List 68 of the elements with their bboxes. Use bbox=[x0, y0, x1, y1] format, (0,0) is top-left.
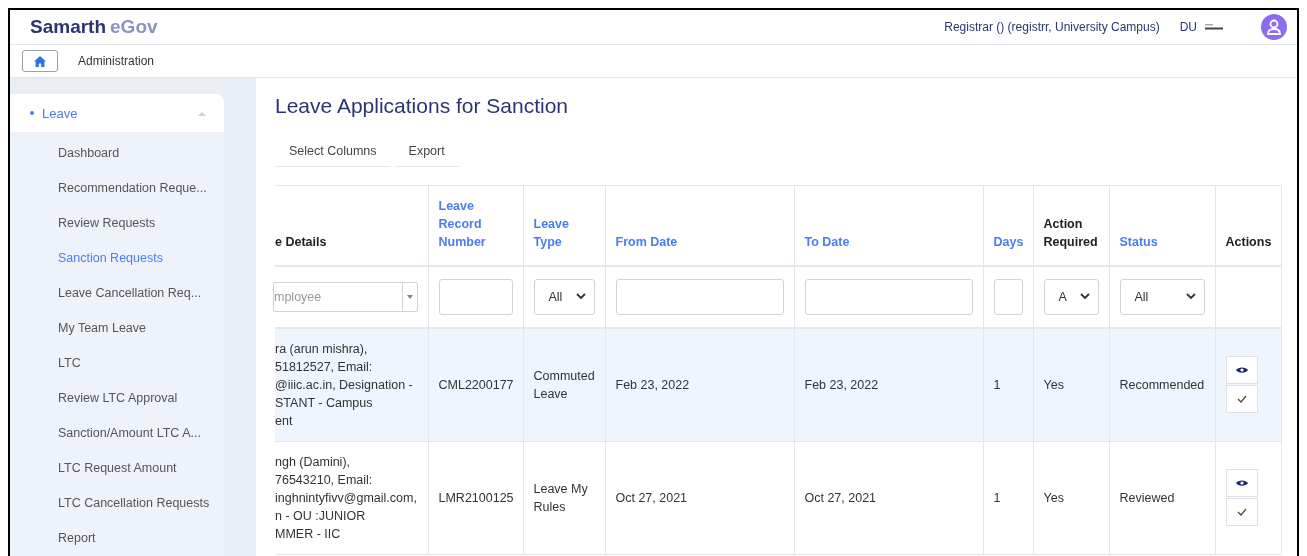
sidebar-item[interactable]: LTC Cancellation Requests bbox=[58, 486, 224, 521]
table-cell: Recommended bbox=[1119, 377, 1205, 392]
brand-suffix: eGov bbox=[110, 16, 158, 38]
column-header: Action Required bbox=[1043, 215, 1099, 251]
table-cell: ra (arun mishra), 51812527, Email: @iiic.ac.in, Designation - STANT - Campus ent bbox=[275, 341, 413, 428]
table-cell: Feb 23, 2022 bbox=[804, 377, 879, 392]
filter-field[interactable] bbox=[438, 278, 513, 315]
brand-name: Samarth bbox=[30, 16, 107, 38]
view-button[interactable] bbox=[1225, 355, 1258, 384]
sidebar-item[interactable]: LTC bbox=[58, 346, 224, 381]
table-row[interactable]: ngh (Damini), 76543210, Email: inghnintyfivv@gmail.com, n - OU :JUNIOR MMER - IIC LMR2100125 Leave My Rules Oct 27, 2021 Oct 27, 2021 1 Yes Reviewed bbox=[275, 441, 1281, 554]
filter-field[interactable] bbox=[993, 278, 1023, 315]
org-code: DU bbox=[1179, 20, 1197, 34]
filter-field[interactable] bbox=[615, 278, 784, 315]
user-avatar[interactable] bbox=[1261, 14, 1287, 40]
table-cell: Oct 27, 2021 bbox=[615, 490, 688, 505]
sidebar-item[interactable]: Review LTC Approval bbox=[58, 381, 224, 416]
filter-select[interactable]: All bbox=[1119, 278, 1205, 315]
table-cell: Oct 27, 2021 bbox=[804, 490, 877, 505]
view-button[interactable] bbox=[1225, 468, 1258, 497]
filter-select[interactable]: All bbox=[533, 278, 595, 315]
table-cell: LMR2100125 bbox=[438, 490, 514, 505]
dropdown-icon bbox=[406, 294, 413, 299]
chevron-down-icon bbox=[1079, 293, 1090, 300]
table-cell: Yes bbox=[1043, 490, 1064, 505]
sidebar-item[interactable]: Dashboard bbox=[58, 136, 224, 171]
check-icon bbox=[1236, 394, 1247, 403]
column-header: Actions bbox=[1225, 233, 1271, 251]
table-row[interactable]: ra (arun mishra), 51812527, Email: @iiic.ac.in, Designation - STANT - Campus ent CML2200177 Commuted Leave Feb 23, 2022 Feb 23, 2022 1 Yes Recommended bbox=[275, 327, 1281, 441]
table-cell: Commuted Leave bbox=[533, 368, 595, 401]
table-cell: 1 bbox=[993, 490, 1001, 505]
table-cell: Reviewed bbox=[1119, 490, 1175, 505]
chevron-down-icon bbox=[1185, 293, 1196, 300]
table-cell: CML2200177 bbox=[438, 377, 514, 392]
table-cell: Yes bbox=[1043, 377, 1064, 392]
toolbar-button[interactable]: Export bbox=[394, 144, 459, 167]
eye-icon bbox=[1235, 365, 1248, 374]
toolbar-button[interactable]: Select Columns bbox=[275, 144, 391, 167]
home-button[interactable] bbox=[22, 50, 58, 72]
logo-icon bbox=[1205, 24, 1223, 30]
table-cell: ngh (Damini), 76543210, Email: inghnintyfivv@gmail.com, n - OU :JUNIOR MMER - IIC bbox=[275, 454, 417, 541]
table-cell: Leave My Rules bbox=[533, 481, 588, 514]
breadcrumb-text: Administration bbox=[78, 54, 155, 68]
sidebar-item[interactable]: Recommendation Reque... bbox=[58, 171, 224, 206]
user-icon bbox=[1267, 19, 1281, 35]
sidebar-item[interactable]: Review Requests bbox=[58, 206, 224, 241]
sidebar-item[interactable]: Report bbox=[58, 521, 224, 556]
home-icon bbox=[34, 55, 46, 67]
sidebar-item[interactable]: Leave Cancellation Req... bbox=[58, 276, 224, 311]
sidebar-item[interactable]: Sanction Requests bbox=[58, 241, 224, 276]
filter-field[interactable] bbox=[804, 278, 973, 315]
sidebar-item[interactable]: Sanction/Amount LTC A... bbox=[58, 416, 224, 451]
table-cell: 1 bbox=[993, 377, 1001, 392]
eye-icon bbox=[1235, 478, 1248, 487]
sidebar-group[interactable]: Leave bbox=[10, 94, 224, 132]
filter-select[interactable]: A bbox=[1043, 278, 1099, 315]
chevron-down-icon bbox=[575, 293, 586, 300]
sidebar-item[interactable]: LTC Request Amount bbox=[58, 451, 224, 486]
column-header: e Details bbox=[275, 233, 328, 251]
sort-link[interactable]: Status bbox=[1119, 232, 1205, 251]
page-title: Leave Applications for Sanction bbox=[275, 94, 570, 118]
check-icon bbox=[1236, 507, 1247, 516]
sort-link[interactable]: Days bbox=[993, 232, 1023, 251]
table-cell: Feb 23, 2022 bbox=[615, 377, 690, 392]
collapse-icon bbox=[198, 110, 206, 116]
sidebar-item[interactable]: My Team Leave bbox=[58, 311, 224, 346]
user-info: Registrar () (registrr, University Campus) bbox=[944, 20, 1160, 34]
bullet-icon bbox=[30, 111, 34, 115]
